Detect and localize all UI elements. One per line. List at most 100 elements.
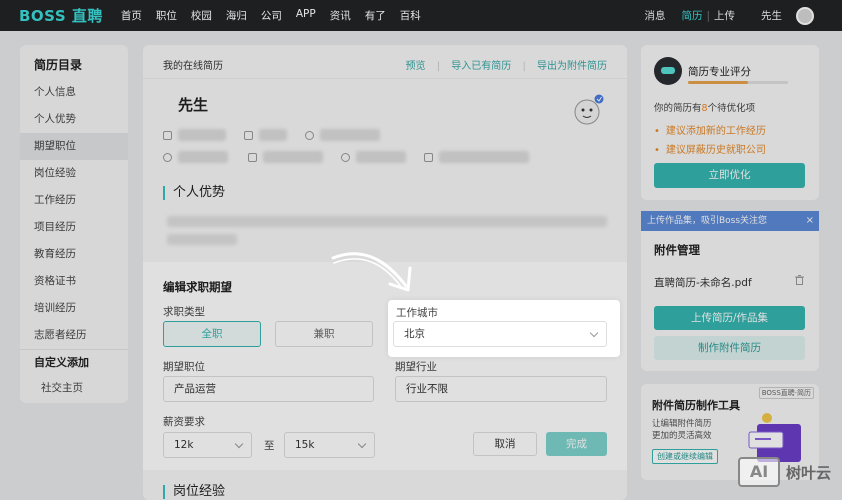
blurred-advantage-line-1 [167,216,607,227]
portfolio-banner[interactable]: 上传作品集，吸引Boss关注您 × [641,211,819,231]
city-value: 北京 [404,328,425,340]
import-resume-link[interactable]: 导入已有简历 [451,61,511,72]
industry-input[interactable]: 行业不限 [395,376,607,402]
nav-link-home[interactable]: 首页 [121,8,142,23]
tool-desc-2: 更加的灵活高效 [652,431,712,441]
salary-min-select[interactable]: 12k [163,432,252,458]
optimize-now-button[interactable]: 立即优化 [654,163,805,188]
todo-summary: 你的简历有8个待优化项 [654,103,756,114]
tip-add-work[interactable]: 建议添加新的工作经历 [654,122,766,137]
preview-link[interactable]: 预览 [406,61,426,72]
watermark-ai-box: AI [738,457,780,487]
blurred-email [439,151,529,163]
job-type-parttime-button[interactable]: 兼职 [275,321,373,347]
briefcase-icon [163,130,172,140]
job-type-label: 求职类型 [163,306,205,318]
salary-max-select[interactable]: 15k [284,432,375,458]
user-avatar[interactable] [796,6,814,25]
boss-logo[interactable]: BOSS 直聘 [19,5,103,26]
section-job-experience-title: 岗位经验 [163,485,225,499]
nav-resume[interactable]: 简历 [681,8,702,23]
watermark-logo: AI 树叶云 [738,455,836,489]
sidebar-item-social[interactable]: 社交主页 [20,375,128,401]
tip-block-company[interactable]: 建议屏蔽历史就职公司 [654,141,766,156]
nav-link-overseas[interactable]: 海归 [226,8,247,23]
blurred-degree [259,129,287,141]
sidebar-item-projects[interactable]: 项目经历 [20,214,128,241]
make-attachment-button[interactable]: 制作附件简历 [654,336,805,360]
salary-max-value: 15k [295,439,315,451]
chevron-down-icon [234,439,244,449]
upload-resume-button[interactable]: 上传简历/作品集 [654,306,805,330]
position-label: 期望职位 [163,361,205,373]
job-type-fulltime-button[interactable]: 全职 [163,321,261,347]
score-progress-fill [688,81,748,84]
nav-link-news[interactable]: 资讯 [330,8,351,23]
nav-links: 首页 职位 校园 海归 公司 APP 资讯 有了 百科 [121,8,435,23]
sidebar-item-work-history[interactable]: 工作经历 [20,187,128,214]
nav-link-app[interactable]: APP [296,8,316,23]
position-input[interactable]: 产品运营 [163,376,374,402]
nav-messages[interactable]: 消息 [644,8,665,23]
resume-header: 我的在线简历 预览 | 导入已有简历 | 导出为附件简历 [143,45,627,79]
candidate-name: 先生 [178,96,209,114]
resume-directory: 简历目录 个人信息 个人优势 期望职位 岗位经验 工作经历 项目经历 教育经历 … [20,45,128,403]
action-divider: | [522,61,526,72]
nav-upload[interactable]: 上传 [714,8,735,23]
nav-separator: | [706,9,710,22]
info-row-2 [163,149,529,165]
resume-actions: 预览 | 导入已有简历 | 导出为附件简历 [398,57,608,72]
edit-title: 编辑求职期望 [163,280,232,294]
done-button[interactable]: 完成 [546,432,607,456]
attachment-file-name[interactable]: 直聘简历-未命名.pdf [654,275,752,290]
nav-link-company[interactable]: 公司 [261,8,282,23]
sidebar-item-advantage[interactable]: 个人优势 [20,106,128,133]
sidebar-item-job-experience[interactable]: 岗位经验 [20,160,128,187]
custom-add-title: 自定义添加 [20,349,128,375]
salary-label: 薪资要求 [163,416,205,428]
salary-to-label: 至 [264,440,275,452]
nav-link-youle[interactable]: 有了 [365,8,386,23]
nav-user-name[interactable]: 先生 [761,8,782,23]
resume-title: 我的在线简历 [163,61,223,72]
city-select[interactable]: 北京 [393,321,607,347]
watermark-text: 树叶云 [786,463,832,482]
blurred-age [178,151,228,163]
mail-icon [424,152,433,162]
section-advantage-title: 个人优势 [163,186,225,200]
create-edit-button[interactable]: 创建或继续编辑 [652,449,718,464]
export-attachment-link[interactable]: 导出为附件简历 [537,61,607,72]
blurred-advantage-line-2 [167,234,237,245]
nav-link-campus[interactable]: 校园 [191,8,212,23]
sidebar-item-training[interactable]: 培训经历 [20,295,128,322]
sidebar-item-education[interactable]: 教育经历 [20,241,128,268]
score-title: 简历专业评分 [688,66,751,78]
avatar-mascot-icon[interactable] [571,93,605,127]
tool-title: 附件简历制作工具 [652,399,740,412]
hint-arrow-icon [331,252,412,292]
salary-min-value: 12k [174,439,194,451]
person-icon [305,130,314,140]
phone-icon [248,152,257,162]
attachment-title: 附件管理 [654,243,700,257]
chevron-down-icon [589,328,599,338]
action-divider: | [436,61,441,72]
clock-icon [163,152,172,162]
attachment-management-card: 附件管理 直聘简历-未命名.pdf 上传简历/作品集 制作附件简历 [641,231,819,371]
sidebar-item-volunteer[interactable]: 志愿者经历 [20,322,128,349]
close-icon[interactable]: × [806,211,814,231]
chevron-down-icon [357,439,367,449]
nav-link-jobs[interactable]: 职位 [156,8,177,23]
directory-title: 简历目录 [34,58,83,72]
sidebar-item-expected-position[interactable]: 期望职位 [20,133,128,160]
trash-icon[interactable] [795,275,804,285]
blurred-phone [263,151,323,163]
sidebar-item-personal-info[interactable]: 个人信息 [20,79,128,106]
nav-link-wiki[interactable]: 百科 [400,8,421,23]
tool-tag: BOSS直聘·简历 [758,387,814,399]
cancel-button[interactable]: 取消 [473,432,537,456]
robot-icon [654,57,682,85]
sidebar-item-certificates[interactable]: 资格证书 [20,268,128,295]
top-nav: BOSS 直聘 首页 职位 校园 海归 公司 APP 资讯 有了 百科 消息 简… [0,0,842,31]
banner-text: 上传作品集，吸引Boss关注您 [647,216,768,226]
